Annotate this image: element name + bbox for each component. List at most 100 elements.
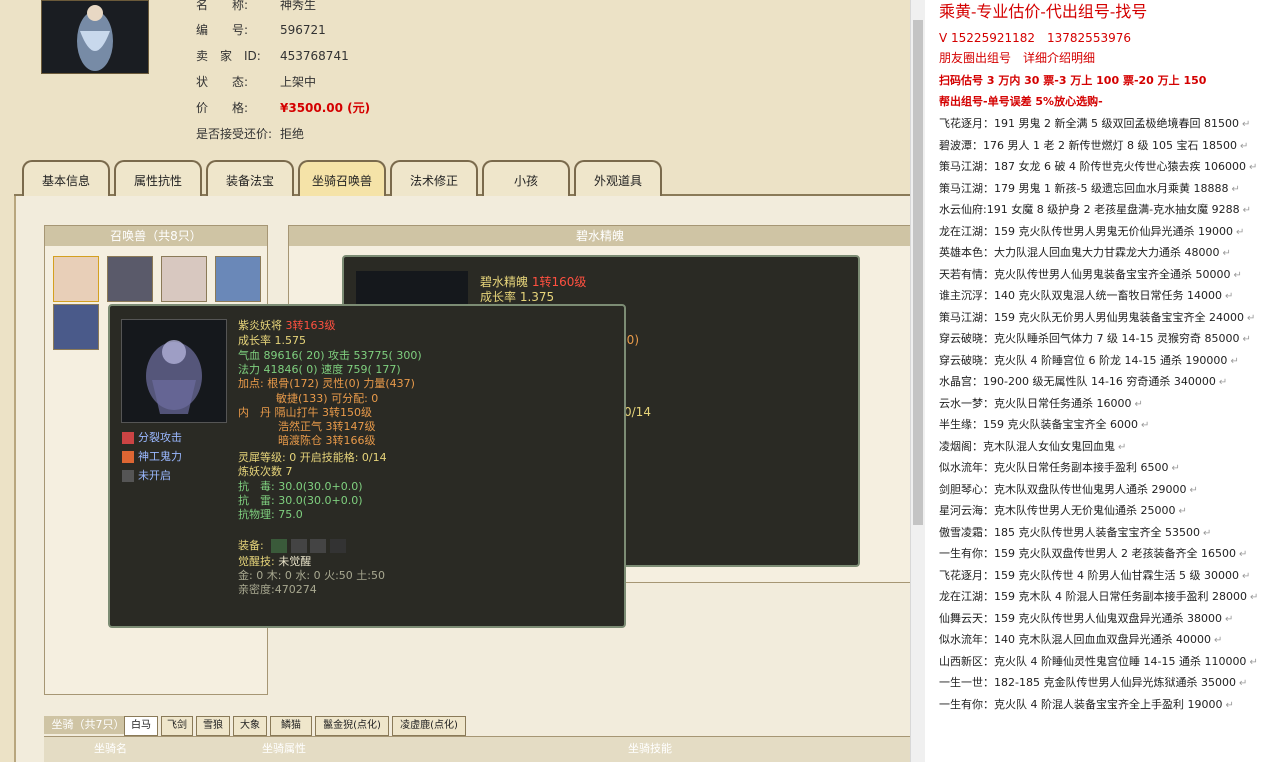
account-text: 山西新区：克火队 4 阶睡仙灵性鬼宫位睡 14-15 通杀 110000	[939, 654, 1247, 668]
skill-row: 未开启	[122, 469, 171, 483]
tooltip-title: 紫炎妖将 3转163级	[238, 319, 336, 333]
ad-line: 扫码估号 3 万内 30 票-3 万上 100 票-20 万上 150	[939, 74, 1207, 87]
paragraph-mark-icon: ↵	[1118, 441, 1127, 453]
info-label: 名 称:	[196, 0, 249, 12]
paragraph-mark-icon: ↵	[1224, 613, 1234, 625]
back-growth: 成长率 1.375	[480, 290, 555, 304]
paragraph-mark-icon: ↵	[1249, 656, 1258, 668]
tab-basic-info[interactable]: 基本信息	[22, 160, 110, 196]
paragraph-mark-icon: ↵	[1241, 119, 1251, 130]
tooltip-neidan: 浩然正气 3转147级	[278, 420, 376, 433]
awaken-value: 未觉醒	[278, 555, 312, 568]
back-fragment: 0/14	[624, 405, 651, 419]
pet-avatar[interactable]	[161, 256, 207, 302]
paragraph-mark-icon: ↵	[1189, 484, 1198, 496]
tooltip-mp: 法力 41846( 0) 速度 759( 177)	[238, 363, 401, 376]
paragraph-mark-icon: ↵	[1241, 570, 1251, 582]
account-list-item: 英雄本色：大力队混人回血鬼大力甘霖龙大力通杀 48000 ↵	[939, 242, 1231, 263]
tab-equipment[interactable]: 装备法宝	[206, 160, 294, 196]
info-value: 上架中	[280, 75, 317, 89]
paragraph-mark-icon: ↵	[1233, 269, 1242, 281]
account-list-item: 半生缘：159 克火队装备宝宝齐全 6000 ↵	[939, 414, 1149, 435]
account-text: 一生一世：182-185 克金队传世男人仙异光炼狱通杀 35000	[939, 676, 1236, 689]
account-list-item: 似水流年：140 克木队混人回血血双盘异光通杀 40000 ↵	[939, 629, 1222, 650]
skill-row: 神工鬼力	[122, 450, 182, 464]
tooltip-points2: 敏捷(133) 可分配: 0	[276, 392, 379, 405]
paragraph-mark-icon: ↵	[1231, 183, 1240, 195]
tab-mounts-pets[interactable]: 坐骑召唤兽	[298, 160, 386, 196]
pet-image	[121, 319, 227, 423]
tab-appearance[interactable]: 外观道具	[574, 160, 662, 196]
info-value: 453768741	[280, 49, 349, 63]
account-list-item: 山西新区：克火队 4 阶睡仙灵性鬼宫位睡 14-15 通杀 110000 ↵	[939, 651, 1258, 672]
skill-name: 分裂攻击	[138, 431, 182, 444]
account-list-item: 似水流年：克火队日常任务副本接手盈利 6500 ↵	[939, 457, 1180, 478]
paragraph-mark-icon: ↵	[1230, 355, 1239, 367]
info-label: 编 号:	[196, 23, 249, 37]
awaken-label: 觉醒技:	[238, 555, 275, 568]
info-label: 是否接受还价:	[196, 127, 273, 141]
tab-attributes[interactable]: 属性抗性	[114, 160, 202, 196]
mount-section: 坐骑（共7只） 白马 飞剑 雪狼 大象 鳞猫 鬣金猊(点化) 凌虚鹿(点化) 坐…	[44, 716, 910, 762]
account-text: 策马江湖：179 男鬼 1 新孩-5 级遗忘回血水月乘黄 18888	[939, 181, 1229, 195]
mount-tab[interactable]: 雪狼	[196, 716, 230, 736]
mount-tab[interactable]: 白马	[124, 716, 158, 736]
info-label: 卖 家 ID:	[196, 49, 261, 63]
character-portrait	[41, 0, 149, 74]
pet-level: 1转160级	[531, 275, 587, 289]
mount-tab[interactable]: 凌虚鹿(点化)	[392, 716, 466, 736]
paragraph-mark-icon: ↵	[1218, 377, 1228, 388]
mount-tab[interactable]: 鬣金猊(点化)	[315, 716, 389, 736]
paragraph-mark-icon: ↵	[1235, 226, 1245, 238]
tab-children[interactable]: 小孩	[482, 160, 570, 196]
account-list-item: 飞花逐月：159 克火队传世 4 阶男人仙甘霖生活 5 级 30000 ↵	[939, 565, 1250, 586]
account-list-document: 乘黄-专业估价-代出组号-找号 V 15225921182 1378255397…	[925, 0, 1280, 762]
account-text: 似水流年：克火队日常任务副本接手盈利 6500	[939, 461, 1169, 474]
scrollbar-thumb[interactable]	[913, 20, 923, 525]
page-scrollbar[interactable]	[910, 0, 925, 762]
skill-row: 分裂攻击	[122, 431, 182, 445]
account-text: 似水流年：140 克木队混人回血血双盘异光通杀 40000	[939, 633, 1211, 646]
tab-spell-mods[interactable]: 法术修正	[390, 160, 478, 196]
pet-avatar[interactable]	[53, 256, 99, 302]
info-seller: 卖 家 ID: 453768741	[196, 47, 349, 65]
pet-avatar[interactable]	[215, 256, 261, 302]
account-list-item: 龙在江湖：159 克火队传世男人男鬼无价仙异光通杀 19000 ↵	[939, 221, 1244, 242]
account-list-item: 仙舞云天：159 克火队传世男人仙鬼双盘异光通杀 38000 ↵	[939, 608, 1233, 629]
paragraph-mark-icon: ↵	[1171, 463, 1180, 474]
account-text: 策马江湖：159 克火队无价男人男仙男鬼装备宝宝齐全 24000	[939, 310, 1244, 324]
account-text: 星河云海：克木队传世男人无价鬼仙通杀 25000	[939, 504, 1176, 517]
paragraph-mark-icon: ↵	[1213, 635, 1223, 646]
info-name: 名 称: 神秀生	[196, 0, 316, 14]
pet-avatar[interactable]	[107, 256, 153, 302]
info-value: 596721	[280, 23, 326, 37]
account-list-item: 策马江湖：187 女龙 6 破 4 阶传世克火传世心猿去疾 106000 ↵	[939, 156, 1257, 177]
account-list-item: 龙在江湖：159 克木队 4 阶混人日常任务副本接手盈利 28000 ↵	[939, 586, 1258, 607]
account-text: 谁主沉浮：140 克火队双鬼混人统一畜牧日常任务 14000	[939, 289, 1222, 302]
mount-count: 坐骑（共7只）	[44, 716, 132, 734]
mount-tab[interactable]: 大象	[233, 716, 267, 736]
mount-tab[interactable]: 飞剑	[161, 716, 193, 736]
account-list-item: 谁主沉浮：140 克火队双鬼混人统一畜牧日常任务 14000 ↵	[939, 285, 1233, 306]
pet-name: 碧水精魄	[480, 275, 529, 289]
locked-slot-icon	[122, 470, 134, 482]
paragraph-mark-icon: ↵	[1242, 334, 1251, 345]
skill-name: 未开启	[138, 469, 171, 482]
paragraph-mark-icon: ↵	[1140, 420, 1150, 431]
paragraph-mark-icon: ↵	[1246, 312, 1256, 324]
paragraph-mark-icon: ↵	[1134, 398, 1143, 410]
skill-name: 神工鬼力	[138, 450, 182, 463]
account-text: 飞花逐月：191 男鬼 2 新全满 5 级双回孟极绝境春回 81500	[939, 117, 1239, 130]
mount-tab[interactable]: 鳞猫	[270, 716, 312, 736]
account-list-item: 一生有你：159 克火队双盘传世男人 2 老孩装备齐全 16500 ↵	[939, 543, 1247, 564]
account-list-item: 策马江湖：159 克火队无价男人男仙男鬼装备宝宝齐全 24000 ↵	[939, 307, 1255, 328]
tooltip-lianyao: 炼妖次数 7	[238, 465, 293, 478]
paragraph-mark-icon: ↵	[1242, 205, 1252, 216]
info-bargain: 是否接受还价: 拒绝	[196, 125, 304, 143]
account-list-item: 云水一梦：克火队日常任务通杀 16000 ↵	[939, 393, 1143, 414]
account-text: 傲雪凌霜：185 克火队传世男人装备宝宝齐全 53500	[939, 525, 1200, 539]
equip-slot-icon	[290, 539, 307, 553]
account-text: 穿云破晓：克火队 4 阶睡宫位 6 阶龙 14-15 通杀 190000	[939, 353, 1228, 367]
paragraph-mark-icon: ↵	[1248, 162, 1258, 173]
pet-avatar[interactable]	[53, 304, 99, 350]
